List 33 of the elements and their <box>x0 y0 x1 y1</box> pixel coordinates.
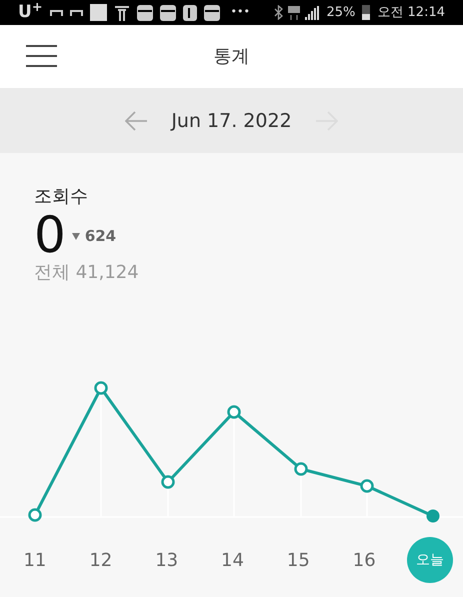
notification-icon <box>50 8 62 17</box>
battery-percent: 25% <box>326 4 356 22</box>
more-dots: ••• <box>230 4 250 20</box>
stat-change: 624 <box>84 226 116 247</box>
battery-icon <box>362 5 370 20</box>
lte-icon <box>288 4 300 21</box>
arrow-left-icon <box>125 110 148 132</box>
day-label[interactable]: 11 <box>21 544 48 576</box>
day-label[interactable]: 15 <box>284 544 312 576</box>
stat-value: 0 <box>34 209 66 262</box>
app-icon <box>160 4 176 21</box>
bluetooth-icon <box>274 5 284 20</box>
notification-icon <box>70 8 82 17</box>
date-label: Jun 17. 2022 <box>171 108 292 134</box>
day-label[interactable]: 14 <box>219 544 246 576</box>
stat-total: 전체 41,124 <box>34 261 140 286</box>
down-triangle-icon <box>72 232 80 240</box>
app-icon <box>182 4 196 21</box>
app-icon <box>204 4 220 21</box>
page-title: 통계 <box>214 45 250 70</box>
day-label[interactable]: 12 <box>87 544 114 576</box>
day-label[interactable]: 16 <box>350 544 378 576</box>
stat-title: 조회수 <box>34 185 89 210</box>
day-label[interactable]: 13 <box>153 544 180 576</box>
signal-icon <box>305 6 320 20</box>
menu-icon <box>26 45 57 68</box>
menu-button[interactable] <box>26 45 57 68</box>
notification-icon <box>114 4 130 21</box>
previous-date-button[interactable] <box>125 110 148 132</box>
carrier-label: U$^{+}$ <box>18 4 42 22</box>
app-icon <box>136 4 152 21</box>
clock-time: 오전 12:14 <box>377 4 445 22</box>
square-icon <box>90 4 106 22</box>
